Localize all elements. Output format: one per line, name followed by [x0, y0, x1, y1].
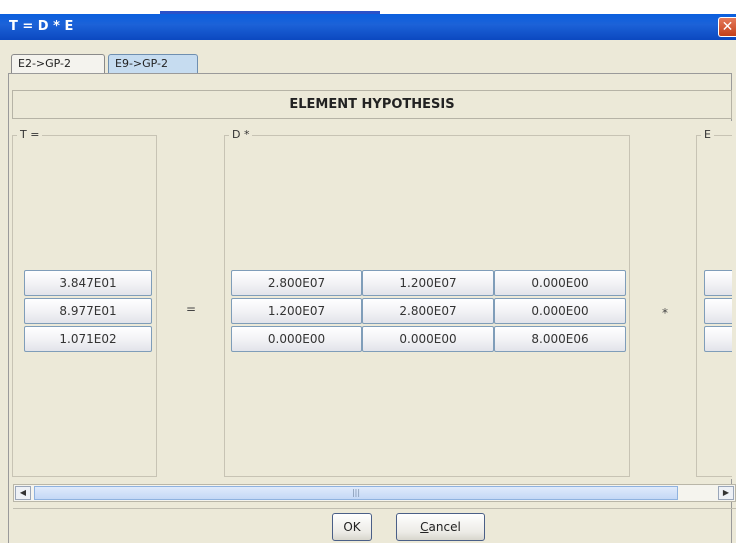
- ok-button[interactable]: OK: [332, 513, 372, 541]
- cancel-label: ancel: [428, 520, 461, 534]
- d-cell[interactable]: 2.800E07: [362, 298, 494, 324]
- tab-panel: ELEMENT HYPOTHESIS T = 3.847E01 8.977E01…: [8, 73, 732, 543]
- scroll-right-button[interactable]: ▶: [718, 486, 734, 500]
- window-title: T = D * E: [9, 19, 74, 34]
- close-icon: ✕: [721, 19, 734, 35]
- t-cell[interactable]: 8.977E01: [24, 298, 152, 324]
- matrix-viewport: T = 3.847E01 8.977E01 1.071E02 = D * 2.8…: [12, 121, 732, 479]
- tab-e9-gp2[interactable]: E9->GP-2: [108, 54, 198, 73]
- scroll-right-icon: ▶: [722, 488, 730, 497]
- scroll-thumb[interactable]: |||: [34, 486, 678, 500]
- equals-sign: =: [186, 302, 197, 316]
- dialog-window: T = D * E ✕ E2->GP-2 E9->GP-2 ELEMENT HY…: [0, 14, 736, 543]
- scroll-left-icon: ◀: [19, 488, 27, 497]
- cancel-button[interactable]: Cancel: [396, 513, 485, 541]
- horizontal-scrollbar[interactable]: ◀ ||| ▶: [13, 484, 736, 502]
- d-cell[interactable]: 1.200E07: [362, 270, 494, 296]
- d-cell[interactable]: 2.800E07: [231, 270, 362, 296]
- d-group-label: D *: [229, 128, 253, 142]
- cancel-mnemonic: C: [420, 520, 429, 534]
- d-cell[interactable]: 8.000E06: [494, 326, 626, 352]
- scroll-left-button[interactable]: ◀: [15, 486, 31, 500]
- title-bar: T = D * E ✕: [0, 14, 736, 40]
- d-cell[interactable]: 0.000E00: [231, 326, 362, 352]
- d-cell[interactable]: 1.200E07: [231, 298, 362, 324]
- desktop-strip: [0, 0, 736, 14]
- e-cell[interactable]: [704, 326, 732, 352]
- close-button[interactable]: ✕: [718, 17, 736, 37]
- t-group-label: T =: [17, 128, 43, 142]
- panel-header: ELEMENT HYPOTHESIS: [12, 90, 732, 119]
- d-cell[interactable]: 0.000E00: [362, 326, 494, 352]
- multiply-sign: *: [662, 306, 668, 320]
- t-cell[interactable]: 3.847E01: [24, 270, 152, 296]
- e-group-label: E: [701, 128, 714, 142]
- d-cell[interactable]: 0.000E00: [494, 270, 626, 296]
- separator: [13, 508, 736, 509]
- d-cell[interactable]: 0.000E00: [494, 298, 626, 324]
- t-cell[interactable]: 1.071E02: [24, 326, 152, 352]
- e-cell[interactable]: [704, 298, 732, 324]
- scroll-grip: |||: [351, 488, 361, 497]
- e-cell[interactable]: [704, 270, 732, 296]
- tab-e2-gp2[interactable]: E2->GP-2: [11, 54, 105, 73]
